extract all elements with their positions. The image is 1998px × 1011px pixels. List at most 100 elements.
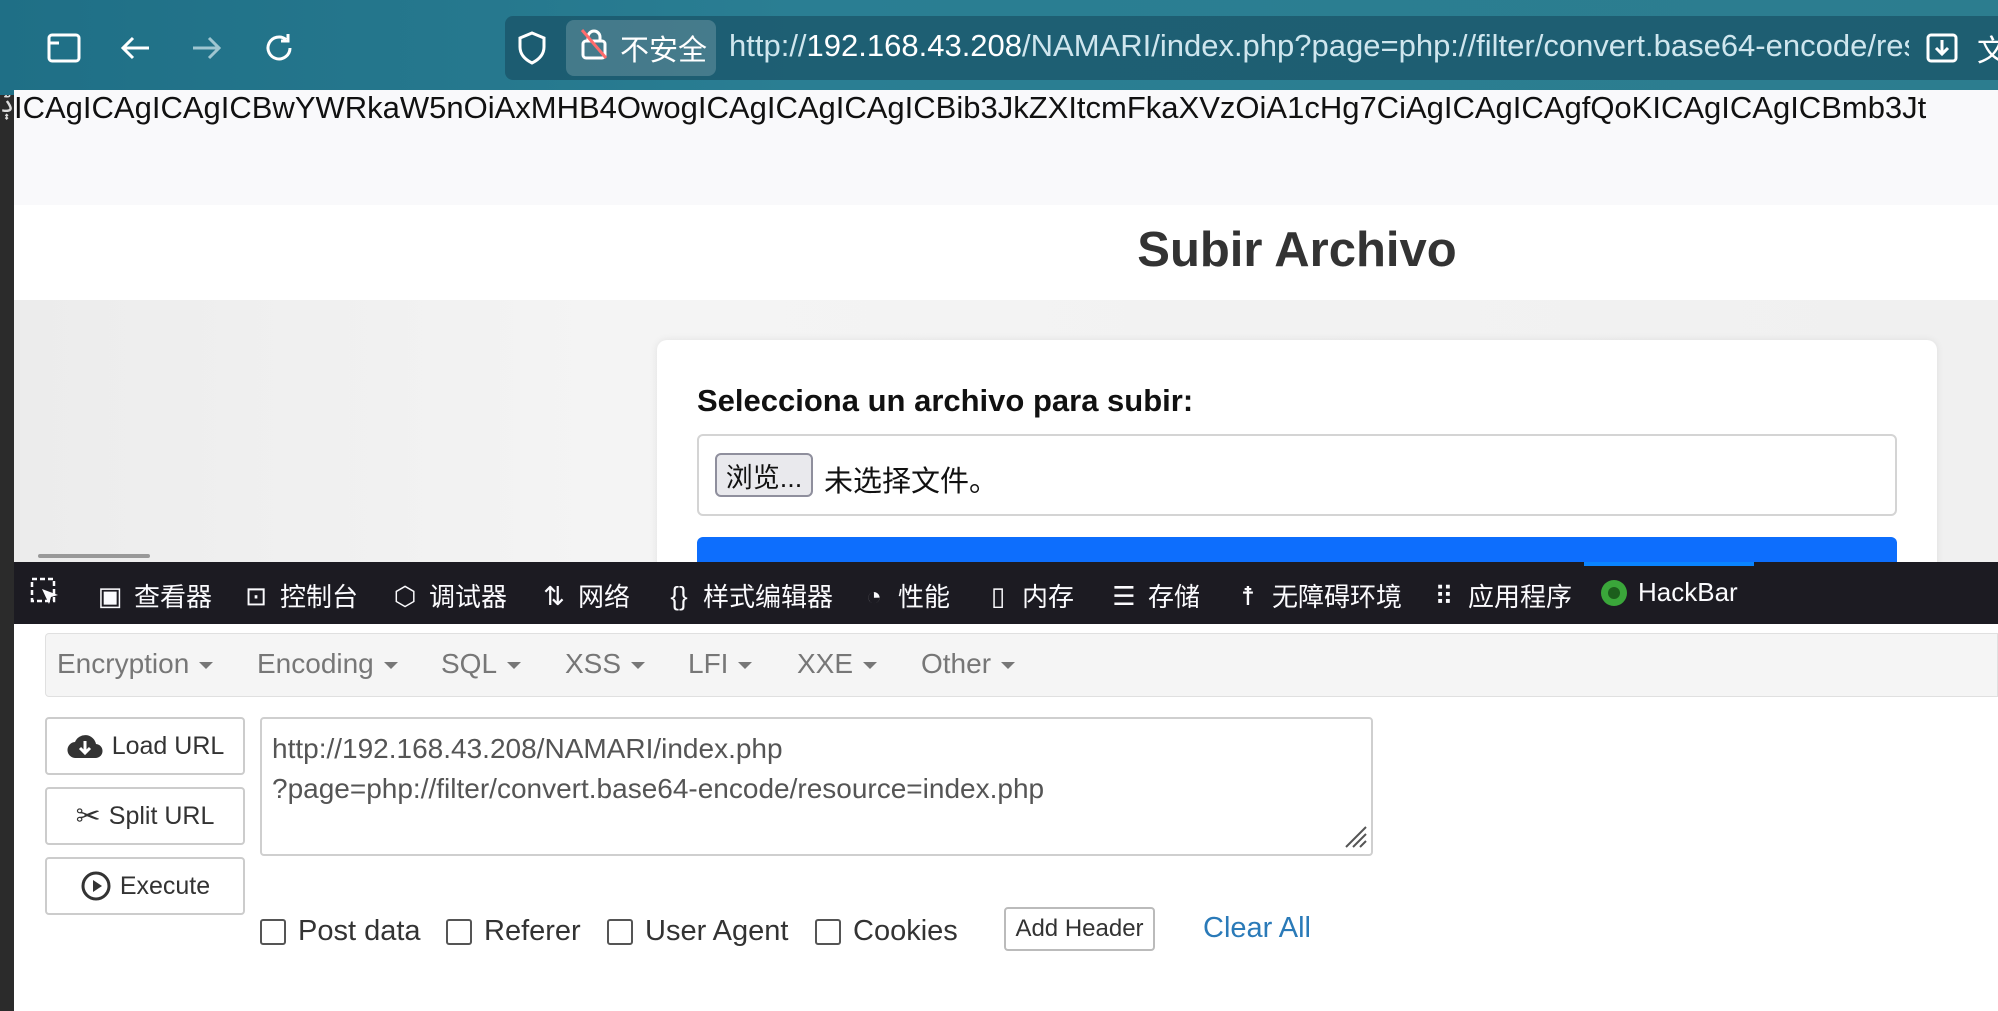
cookies-checkbox[interactable]: Cookies — [815, 915, 958, 948]
url-host: 192.168.43.208 — [806, 28, 1023, 63]
post-data-checkbox[interactable]: Post data — [260, 915, 421, 948]
devtools-tabbar: ▣ 查看器 ⊡ 控制台 ⬡ 调试器 ⇅ 网络 {} 样式编辑器 ◔ 性能 ▯ 内存 ☰ 存储 ☨… — [14, 562, 1998, 624]
horizontal-scrollbar[interactable] — [38, 554, 150, 558]
checkbox-label: Post data — [298, 915, 421, 947]
browser-toolbar: 不安全 http://192.168.43.208/NAMARI/index.p… — [0, 0, 1998, 95]
url-path: /NAMARI/index.php?page=php://filter/conv… — [1022, 28, 1909, 63]
upload-submit-button[interactable] — [697, 537, 1897, 562]
performance-icon: ◔ — [866, 580, 882, 611]
tab-memory[interactable]: ▯ 内存 — [984, 577, 1074, 614]
memory-icon: ▯ — [990, 580, 1006, 611]
caret-down-icon — [631, 662, 646, 670]
tab-label: 内存 — [1022, 582, 1075, 612]
browse-button[interactable]: 浏览... — [715, 453, 813, 497]
menu-lfi[interactable]: LFI — [688, 648, 753, 680]
tab-label: 调试器 — [429, 582, 508, 612]
caret-down-icon — [738, 662, 753, 670]
resize-grip-icon[interactable] — [1342, 823, 1368, 849]
tab-label: 样式编辑器 — [703, 582, 834, 612]
tab-inspector[interactable]: ▣ 查看器 — [96, 577, 212, 614]
insecure-lock-icon — [580, 28, 614, 68]
menu-encoding[interactable]: Encoding — [257, 648, 398, 680]
no-file-selected-text: 未选择文件。 — [824, 466, 999, 498]
tab-performance[interactable]: ◔ 性能 — [860, 577, 950, 614]
caret-down-icon — [199, 662, 214, 670]
menu-label: Encoding — [257, 648, 374, 679]
hackbar-icon — [1600, 579, 1628, 607]
tab-console[interactable]: ⊡ 控制台 — [242, 577, 358, 614]
url-textarea[interactable]: http://192.168.43.208/NAMARI/index.php ?… — [260, 717, 1373, 856]
tab-label: 控制台 — [280, 582, 359, 612]
scissors-icon: ✂ — [75, 799, 101, 833]
tab-label: 网络 — [578, 582, 631, 612]
tab-style-editor[interactable]: {} 样式编辑器 — [665, 577, 833, 614]
tab-label: 无障碍环境 — [1272, 582, 1403, 612]
url-textarea-line2: ?page=php://filter/convert.base64-encode… — [272, 773, 1045, 804]
split-url-label: Split URL — [108, 801, 215, 830]
url-prefix: http:// — [729, 28, 807, 63]
page-title: Subir Archivo — [1137, 223, 1457, 277]
clear-all-link[interactable]: Clear All — [1203, 912, 1311, 945]
checkbox-label: Cookies — [853, 915, 958, 947]
caret-down-icon — [863, 662, 878, 670]
load-url-button[interactable]: Load URL — [45, 717, 245, 775]
save-download-icon[interactable] — [1918, 24, 1966, 72]
console-icon: ⊡ — [245, 580, 267, 611]
user-agent-checkbox[interactable]: User Agent — [607, 915, 788, 948]
forward-arrow-icon[interactable] — [182, 24, 230, 72]
tab-label: 存储 — [1148, 582, 1201, 612]
tab-label: 性能 — [898, 582, 951, 612]
execute-button[interactable]: Execute — [45, 857, 245, 915]
execute-label: Execute — [119, 871, 211, 900]
checkbox-box[interactable] — [446, 918, 472, 945]
referer-checkbox[interactable]: Referer — [446, 915, 581, 948]
reload-icon[interactable] — [255, 24, 303, 72]
back-arrow-icon[interactable] — [112, 24, 160, 72]
caret-down-icon — [507, 662, 522, 670]
select-file-label: Selecciona un archivo para subir: — [697, 383, 1194, 418]
menu-xss[interactable]: XSS — [565, 648, 646, 680]
checkbox-box[interactable] — [815, 918, 841, 945]
checkbox-box[interactable] — [260, 918, 286, 945]
tracking-shield-icon[interactable] — [508, 24, 556, 72]
menu-sql[interactable]: SQL — [441, 648, 522, 680]
checkbox-box[interactable] — [607, 918, 633, 945]
address-text[interactable]: http://192.168.43.208/NAMARI/index.php?p… — [729, 28, 1909, 64]
tab-hackbar[interactable]: HackBar — [1600, 577, 1738, 608]
add-header-button[interactable]: Add Header — [1004, 907, 1155, 951]
checkbox-label: Referer — [484, 915, 581, 947]
checkbox-label: User Agent — [645, 915, 789, 947]
background-window-strip: ݙ — [0, 0, 14, 1011]
tab-label: 查看器 — [134, 582, 213, 612]
inspector-icon: ▣ — [97, 580, 123, 611]
cloud-download-icon — [67, 735, 103, 759]
menu-xxe[interactable]: XXE — [797, 648, 878, 680]
translate-icon[interactable]: 文 — [1968, 24, 1998, 72]
tab-storage[interactable]: ☰ 存储 — [1110, 577, 1200, 614]
element-picker-icon[interactable] — [30, 577, 62, 609]
caret-down-icon — [383, 662, 398, 670]
tab-label: HackBar — [1638, 577, 1738, 607]
menu-other[interactable]: Other — [921, 648, 1016, 680]
debugger-icon: ⬡ — [393, 580, 417, 611]
insecure-label: 不安全 — [620, 35, 708, 67]
application-icon: ⠿ — [1434, 580, 1454, 611]
split-url-button[interactable]: ✂ Split URL — [45, 787, 245, 845]
tab-application[interactable]: ⠿ 应用程序 — [1430, 577, 1572, 614]
tab-network[interactable]: ⇅ 网络 — [540, 577, 630, 614]
style-editor-icon: {} — [670, 580, 688, 611]
menu-label: Encryption — [57, 648, 190, 679]
sidebar-toggle-icon[interactable] — [40, 24, 88, 72]
tab-debugger[interactable]: ⬡ 调试器 — [391, 577, 507, 614]
load-url-label: Load URL — [111, 731, 225, 760]
tab-accessibility[interactable]: ☨ 无障碍环境 — [1234, 577, 1402, 614]
network-icon: ⇅ — [543, 580, 565, 611]
menu-label: Other — [921, 648, 992, 679]
active-tab-indicator — [1584, 562, 1754, 566]
tab-label: 应用程序 — [1468, 582, 1573, 612]
connection-insecure-indicator[interactable]: 不安全 — [566, 20, 716, 76]
menu-label: LFI — [688, 648, 729, 679]
menu-encryption[interactable]: Encryption — [57, 648, 214, 680]
accessibility-icon: ☨ — [1240, 580, 1256, 611]
base64-output-text: ICAgICAgICAgICBwYWRkaW5nOiAxMHB4OwogICAg… — [14, 90, 1998, 130]
